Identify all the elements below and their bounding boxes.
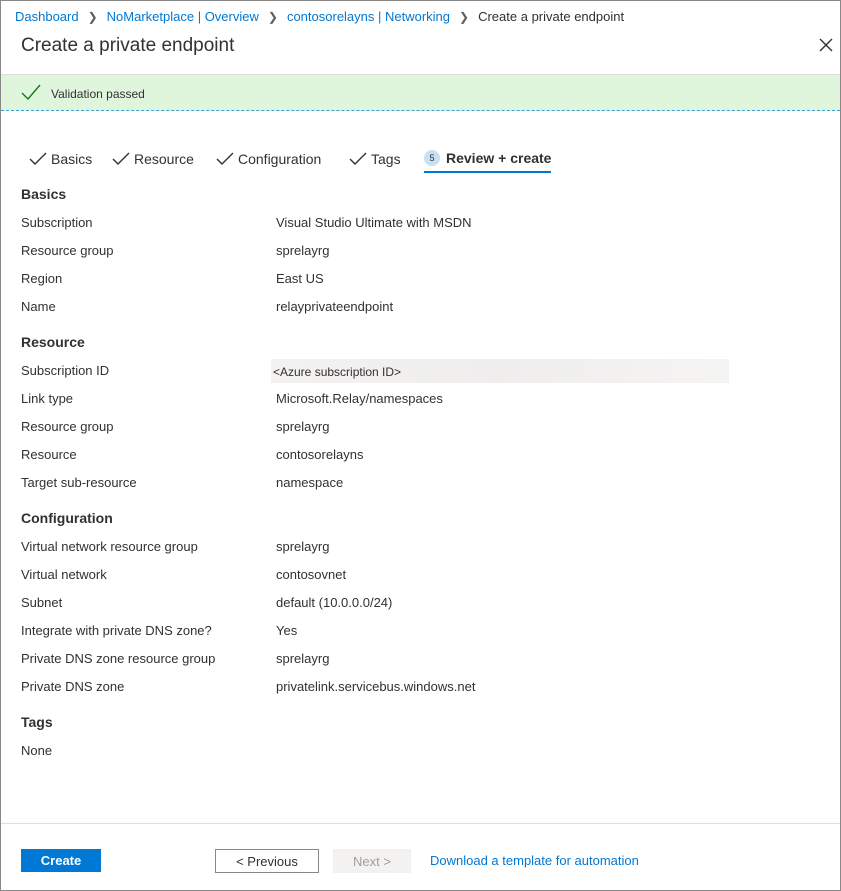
close-icon[interactable] <box>816 35 836 55</box>
label-private-dns-zone: Private DNS zone <box>21 679 125 694</box>
breadcrumb-dashboard[interactable]: Dashboard <box>15 9 79 24</box>
chevron-right-icon: ❯ <box>459 9 470 24</box>
checkmark-icon <box>112 152 130 165</box>
checkmark-icon <box>216 152 234 165</box>
value-dns-resource-group: sprelayrg <box>276 651 330 666</box>
validation-message: Validation passed <box>51 87 145 101</box>
label-subscription: Subscription <box>21 215 93 230</box>
tab-label: Tags <box>371 151 401 167</box>
chevron-right-icon: ❯ <box>267 9 278 24</box>
value-integrate-dns: Yes <box>276 623 298 638</box>
label-dns-resource-group: Private DNS zone resource group <box>21 651 216 666</box>
label-vnet-resource-group: Virtual network resource group <box>21 539 198 554</box>
label-region: Region <box>21 271 63 286</box>
label-integrate-dns: Integrate with private DNS zone? <box>21 623 212 638</box>
label-resource-group: Resource group <box>21 419 114 434</box>
tab-resource[interactable]: Resource <box>112 145 194 173</box>
value-resource: contosorelayns <box>276 447 364 462</box>
value-resource-group: sprelayrg <box>276 419 330 434</box>
value-region: East US <box>276 271 324 286</box>
label-link-type: Link type <box>21 391 74 406</box>
footer-divider <box>1 823 840 824</box>
tab-label: Configuration <box>238 151 322 167</box>
value-target-sub-resource: namespace <box>276 475 344 490</box>
value-subscription: Visual Studio Ultimate with MSDN <box>276 215 472 230</box>
create-button[interactable]: Create <box>21 849 101 872</box>
section-heading-tags: Tags <box>21 714 53 730</box>
label-name: Name <box>21 299 56 314</box>
label-subscription-id: Subscription ID <box>21 363 110 378</box>
label-tags-none: None <box>21 743 53 758</box>
breadcrumb: Dashboard ❯ NoMarketplace | Overview ❯ c… <box>15 9 624 24</box>
tab-label: Basics <box>51 151 93 167</box>
previous-button[interactable]: < Previous <box>215 849 319 873</box>
breadcrumb-contosorelayns-networking[interactable]: contosorelayns | Networking <box>287 9 450 24</box>
label-resource-group: Resource group <box>21 243 114 258</box>
value-link-type: Microsoft.Relay/namespaces <box>276 391 443 406</box>
tab-tags[interactable]: Tags <box>349 145 401 173</box>
page-title: Create a private endpoint <box>21 35 235 56</box>
tab-configuration[interactable]: Configuration <box>216 145 321 173</box>
chevron-right-icon: ❯ <box>87 9 98 24</box>
breadcrumb-current: Create a private endpoint <box>478 9 625 24</box>
checkmark-icon <box>29 152 47 165</box>
value-virtual-network: contosovnet <box>276 567 347 582</box>
tab-label: Resource <box>134 151 194 167</box>
section-heading-configuration: Configuration <box>21 510 113 526</box>
value-resource-group: sprelayrg <box>276 243 330 258</box>
label-subnet: Subnet <box>21 595 63 610</box>
section-heading-basics: Basics <box>21 186 67 202</box>
value-private-dns-zone: privatelink.servicebus.windows.net <box>276 679 476 694</box>
validation-banner: Validation passed <box>1 75 840 111</box>
dialog-frame: Dashboard ❯ NoMarketplace | Overview ❯ c… <box>0 0 841 891</box>
tab-label: Review + create <box>446 150 552 166</box>
value-subnet: default (10.0.0.0/24) <box>276 595 393 610</box>
label-target-sub-resource: Target sub-resource <box>21 475 137 490</box>
next-button[interactable]: Next > <box>333 849 411 873</box>
tab-basics[interactable]: Basics <box>29 145 92 173</box>
step-number-badge: 5 <box>424 150 440 166</box>
download-template-link[interactable]: Download a template for automation <box>430 853 639 868</box>
breadcrumb-nomarketplace-overview[interactable]: NoMarketplace | Overview <box>107 9 259 24</box>
value-name: relayprivateendpoint <box>276 299 394 314</box>
tab-review-create[interactable]: 5 Review + create <box>424 145 552 173</box>
checkmark-icon <box>349 152 367 165</box>
value-vnet-resource-group: sprelayrg <box>276 539 330 554</box>
label-resource: Resource <box>21 447 77 462</box>
checkmark-icon <box>21 84 41 101</box>
section-heading-resource: Resource <box>21 334 85 350</box>
label-virtual-network: Virtual network <box>21 567 107 582</box>
value-subscription-id: <Azure subscription ID> <box>273 365 402 379</box>
